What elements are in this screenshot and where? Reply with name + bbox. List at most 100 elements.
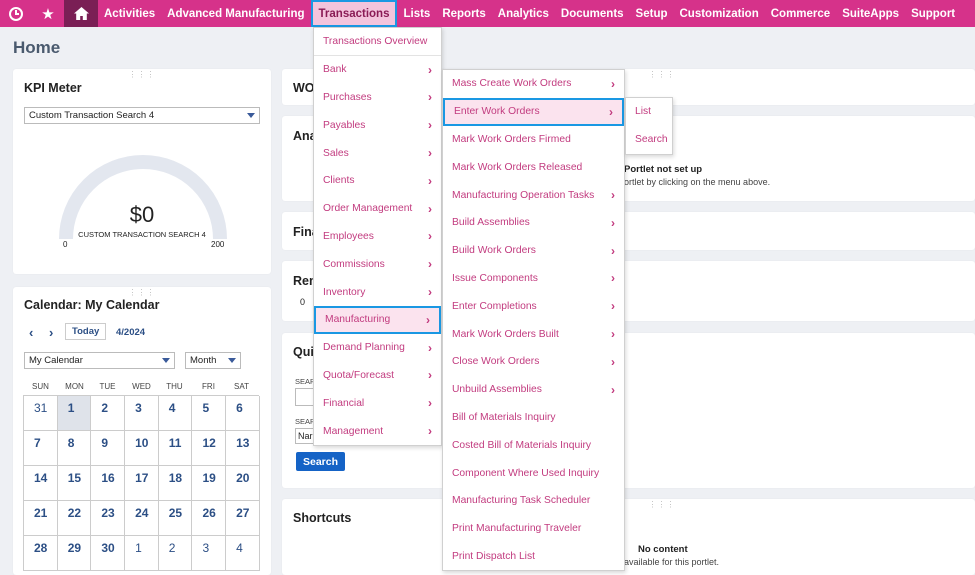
calendar-day[interactable]: 9 <box>91 431 126 466</box>
calendar-day[interactable]: 28 <box>24 536 58 571</box>
search-button[interactable]: Search <box>296 452 345 471</box>
home-icon[interactable] <box>64 0 98 27</box>
drag-handle[interactable]: ⋮⋮⋮ <box>649 71 676 79</box>
kpi-search-select[interactable]: Custom Transaction Search 4 <box>24 107 260 124</box>
menu-item-component-where-used-inquiry[interactable]: Component Where Used Inquiry <box>443 459 624 487</box>
calendar-day[interactable]: 10 <box>125 431 159 466</box>
drag-handle[interactable]: ⋮⋮⋮ <box>129 289 156 297</box>
menu-item-payables[interactable]: Payables › <box>314 111 441 139</box>
calendar-day[interactable]: 4 <box>226 536 260 571</box>
menu-item-manufacturing-task-scheduler[interactable]: Manufacturing Task Scheduler <box>443 487 624 515</box>
calendar-day[interactable]: 5 <box>192 396 227 431</box>
menu-item-clients[interactable]: Clients › <box>314 167 441 195</box>
menu-item-label: Employees <box>323 230 374 242</box>
calendar-day[interactable]: 14 <box>24 466 58 501</box>
prev-month-icon[interactable]: ‹ <box>29 325 33 340</box>
menu-item-mark-work-orders-released[interactable]: Mark Work Orders Released <box>443 153 624 181</box>
menu-item-bank[interactable]: Bank › <box>314 56 441 84</box>
calendar-day[interactable]: 18 <box>158 466 193 501</box>
nav-suiteapps[interactable]: SuiteApps <box>836 0 905 27</box>
calendar-day[interactable]: 7 <box>24 431 58 466</box>
calendar-day[interactable]: 4 <box>158 396 193 431</box>
calendar-day[interactable]: 25 <box>158 501 193 536</box>
calendar-day[interactable]: 12 <box>192 431 227 466</box>
menu-item-unbuild-assemblies[interactable]: Unbuild Assemblies › <box>443 376 624 404</box>
menu-item-quota-forecast[interactable]: Quota/Forecast › <box>314 362 441 390</box>
menu-item-build-work-orders[interactable]: Build Work Orders › <box>443 237 624 265</box>
menu-item-print-manufacturing-traveler[interactable]: Print Manufacturing Traveler <box>443 515 624 543</box>
calendar-day[interactable]: 17 <box>125 466 159 501</box>
nav-transactions[interactable]: Transactions <box>310 0 398 27</box>
calendar-day[interactable]: 16 <box>91 466 126 501</box>
menu-item-demand-planning[interactable]: Demand Planning › <box>314 334 441 362</box>
menu-item-manufacturing[interactable]: Manufacturing › <box>314 305 441 334</box>
calendar-day[interactable]: 8 <box>57 431 92 466</box>
menu-item-enter-completions[interactable]: Enter Completions › <box>443 292 624 320</box>
calendar-day[interactable]: 29 <box>57 536 92 571</box>
calendar-day[interactable]: 23 <box>91 501 126 536</box>
menu-item-costed-bill-of-materials-inquiry[interactable]: Costed Bill of Materials Inquiry <box>443 431 624 459</box>
drag-handle[interactable]: ⋮⋮⋮ <box>649 501 676 509</box>
menu-item-manufacturing-operation-tasks[interactable]: Manufacturing Operation Tasks › <box>443 181 624 209</box>
menu-item-commissions[interactable]: Commissions › <box>314 250 441 278</box>
menu-item-enter-work-orders[interactable]: Enter Work Orders › <box>443 97 624 126</box>
menu-item-label: Print Manufacturing Traveler <box>452 523 582 535</box>
calendar-day[interactable]: 26 <box>192 501 227 536</box>
menu-item-management[interactable]: Management › <box>314 417 441 445</box>
calendar-day[interactable]: 31 <box>24 396 58 431</box>
calendar-day[interactable]: 20 <box>226 466 260 501</box>
calendar-view-select[interactable]: Month <box>185 352 241 369</box>
next-month-icon[interactable]: › <box>49 325 53 340</box>
calendar-select[interactable]: My Calendar <box>24 352 175 369</box>
nav-customization[interactable]: Customization <box>674 0 765 27</box>
nav-support[interactable]: Support <box>905 0 961 27</box>
nav-reports[interactable]: Reports <box>436 0 491 27</box>
menu-item-order-management[interactable]: Order Management › <box>314 195 441 223</box>
menu-item-financial[interactable]: Financial › <box>314 389 441 417</box>
menu-item-mass-create-work-orders[interactable]: Mass Create Work Orders › <box>443 70 624 98</box>
menu-item-print-dispatch-list[interactable]: Print Dispatch List <box>443 543 624 571</box>
menu-item-sales[interactable]: Sales › <box>314 139 441 167</box>
calendar-day[interactable]: 15 <box>57 466 92 501</box>
search-type-select[interactable] <box>295 388 315 406</box>
nav-lists[interactable]: Lists <box>397 0 436 27</box>
calendar-day[interactable]: 30 <box>91 536 126 571</box>
nav-advanced-manufacturing[interactable]: Advanced Manufacturing <box>161 0 310 27</box>
calendar-day[interactable]: 2 <box>158 536 193 571</box>
menu-item-inventory[interactable]: Inventory › <box>314 278 441 306</box>
menu-item-close-work-orders[interactable]: Close Work Orders › <box>443 348 624 376</box>
calendar-day[interactable]: 1 <box>57 396 92 431</box>
menu-item-build-assemblies[interactable]: Build Assemblies › <box>443 209 624 237</box>
menu-item-list[interactable]: List <box>626 98 672 126</box>
calendar-day[interactable]: 19 <box>192 466 227 501</box>
calendar-day[interactable]: 13 <box>226 431 260 466</box>
calendar-day[interactable]: 3 <box>125 396 159 431</box>
calendar-day[interactable]: 11 <box>158 431 193 466</box>
calendar-day[interactable]: 1 <box>125 536 159 571</box>
menu-item-search[interactable]: Search <box>626 126 672 154</box>
menu-item-mark-work-orders-built[interactable]: Mark Work Orders Built › <box>443 320 624 348</box>
nav-analytics[interactable]: Analytics <box>492 0 555 27</box>
calendar-day[interactable]: 3 <box>192 536 227 571</box>
menu-item-mark-work-orders-firmed[interactable]: Mark Work Orders Firmed <box>443 126 624 154</box>
calendar-day[interactable]: 2 <box>91 396 126 431</box>
nav-activities[interactable]: Activities <box>98 0 161 27</box>
menu-item-purchases[interactable]: Purchases › <box>314 84 441 112</box>
nav-documents[interactable]: Documents <box>555 0 630 27</box>
calendar-day[interactable]: 24 <box>125 501 159 536</box>
calendar-day[interactable]: 6 <box>226 396 260 431</box>
calendar-day[interactable]: 21 <box>24 501 58 536</box>
calendar-day[interactable]: 27 <box>226 501 260 536</box>
menu-item-employees[interactable]: Employees › <box>314 223 441 251</box>
recent-records-icon[interactable] <box>0 0 32 27</box>
menu-item-transactions-overview[interactable]: Transactions Overview <box>314 28 441 56</box>
menu-item-bill-of-materials-inquiry[interactable]: Bill of Materials Inquiry <box>443 404 624 432</box>
calendar-day[interactable]: 22 <box>57 501 92 536</box>
drag-handle[interactable]: ⋮⋮⋮ <box>129 71 156 79</box>
menu-item-issue-components[interactable]: Issue Components › <box>443 265 624 293</box>
today-button[interactable]: Today <box>65 323 107 340</box>
nav-setup[interactable]: Setup <box>630 0 674 27</box>
nav-commerce[interactable]: Commerce <box>765 0 836 27</box>
favorites-star-icon[interactable]: ★ <box>32 0 64 27</box>
search-field-input[interactable]: Nar <box>295 428 315 444</box>
